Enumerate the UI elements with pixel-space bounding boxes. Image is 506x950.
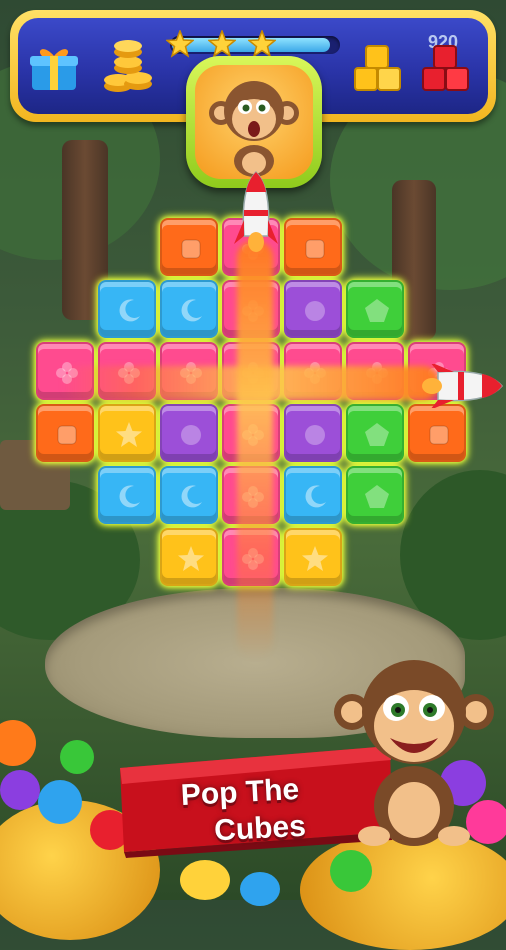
blue-cube[interactable] [98,280,156,338]
monkey-mascot [334,660,494,846]
purple-cube[interactable] [284,404,342,462]
blue-cube[interactable] [98,466,156,524]
blue-cube[interactable] [160,280,218,338]
orange-cube[interactable] [408,404,466,462]
orange-cube[interactable] [160,218,218,276]
yellow-cube[interactable] [160,528,218,586]
blue-cube[interactable] [284,466,342,524]
yellow-cube[interactable] [284,528,342,586]
vertical-rocket-booster[interactable] [232,170,280,256]
yellow-cube[interactable] [98,404,156,462]
blue-cube[interactable] [160,466,218,524]
purple-cube[interactable] [284,280,342,338]
orange-cube[interactable] [284,218,342,276]
purple-cube[interactable] [160,404,218,462]
orange-cube[interactable] [36,404,94,462]
green-cube[interactable] [346,466,404,524]
green-cube[interactable] [346,404,404,462]
vertical-rocket-trail [237,240,273,660]
horizontal-rocket-booster[interactable] [420,364,504,408]
green-cube[interactable] [346,280,404,338]
